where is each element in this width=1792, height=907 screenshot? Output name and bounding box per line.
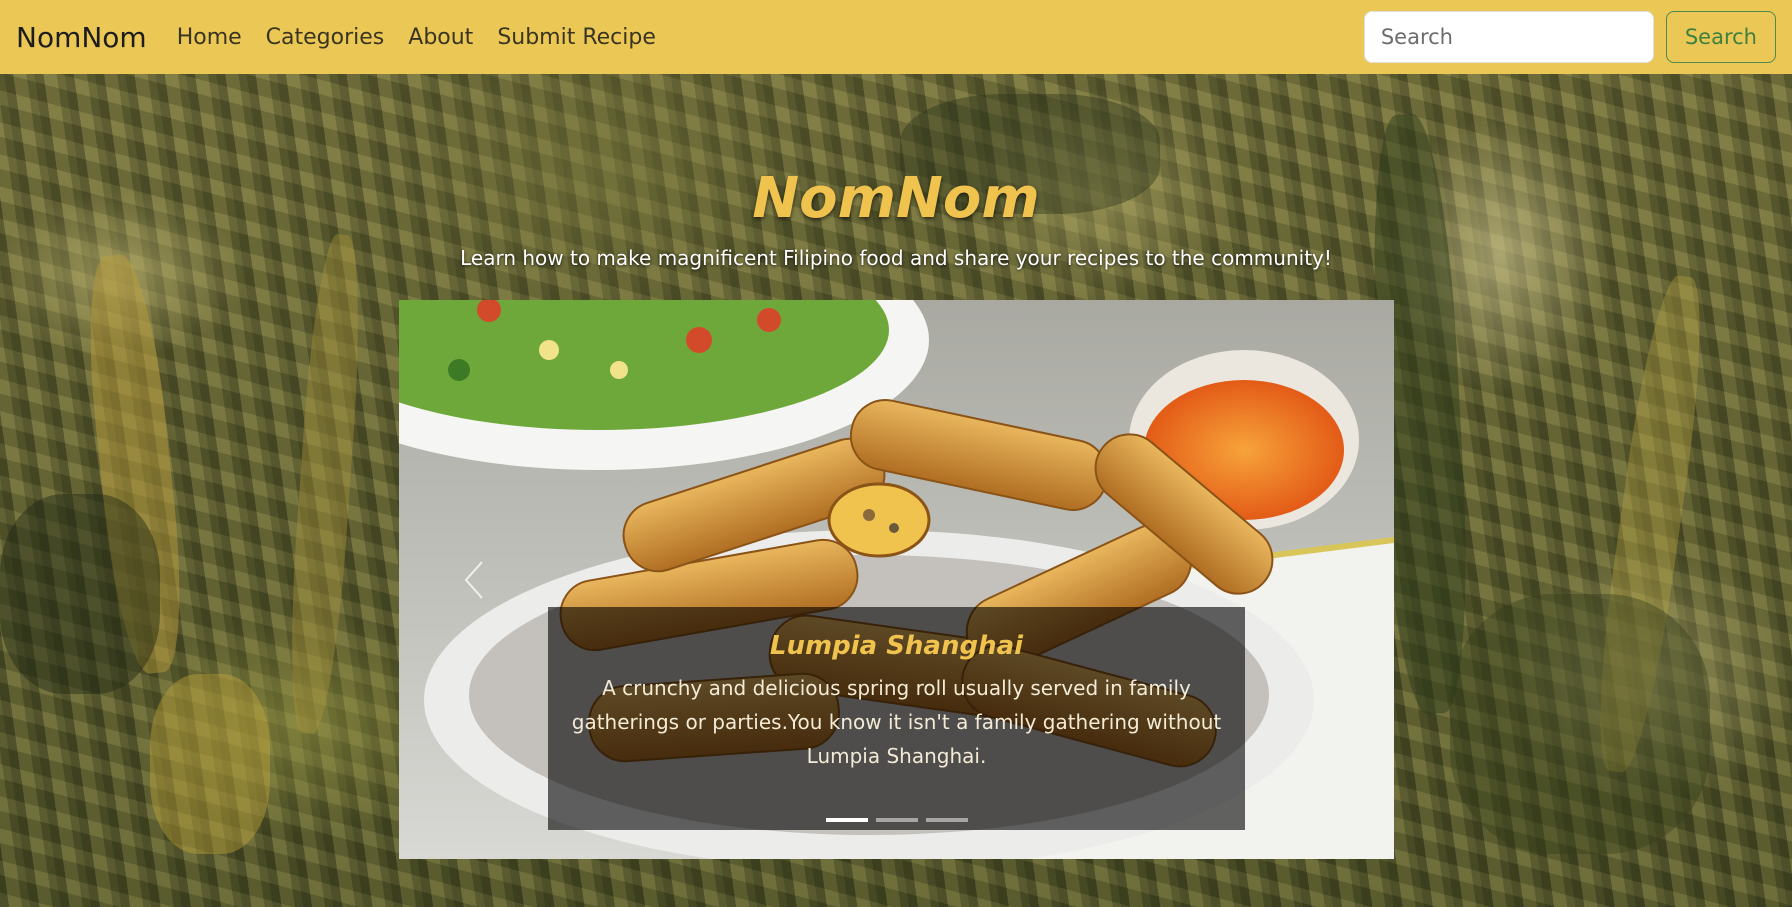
hero-subtitle: Learn how to make magnificent Filipino f…	[460, 246, 1332, 270]
slide-title: Lumpia Shanghai	[769, 631, 1024, 661]
carousel-indicator-3[interactable]	[925, 818, 968, 822]
search-input[interactable]	[1363, 11, 1654, 63]
navbar: NomNom Home Categories About Submit Reci…	[0, 0, 1792, 74]
nav-link-about[interactable]: About	[408, 25, 473, 50]
slide-caption: Lumpia Shanghai A crunchy and delicious …	[548, 607, 1245, 830]
carousel-indicator-2[interactable]	[875, 818, 918, 822]
nav-links: Home Categories About Submit Recipe	[177, 25, 656, 50]
carousel-indicator-1[interactable]	[825, 818, 868, 822]
slide-description: A crunchy and delicious spring roll usua…	[571, 676, 1222, 768]
brand-logo-link[interactable]: NomNom	[16, 21, 147, 54]
nav-link-categories[interactable]: Categories	[266, 25, 385, 50]
search-form: Search	[1363, 11, 1776, 63]
nav-link-home[interactable]: Home	[177, 25, 242, 50]
nav-link-submit-recipe[interactable]: Submit Recipe	[497, 25, 656, 50]
carousel-indicators	[399, 818, 1394, 822]
search-button[interactable]: Search	[1665, 11, 1776, 63]
carousel-prev-control[interactable]	[399, 300, 549, 859]
recipe-carousel: Lumpia Shanghai A crunchy and delicious …	[399, 300, 1394, 859]
chevron-left-icon	[464, 560, 483, 599]
hero-title: NomNom	[752, 166, 1040, 231]
